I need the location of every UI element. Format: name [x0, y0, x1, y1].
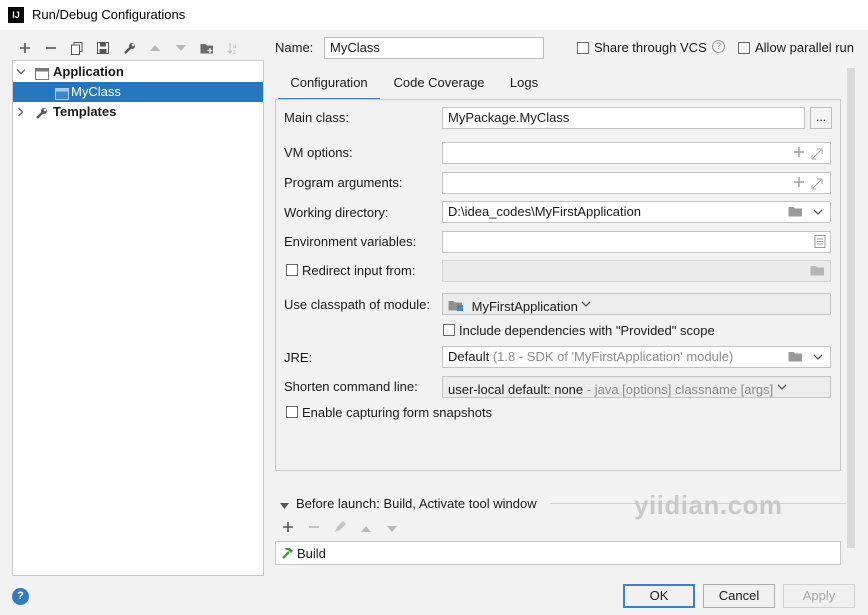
copy-icon[interactable]: [64, 38, 90, 58]
jre-value: Default: [448, 349, 490, 364]
tab-code-coverage[interactable]: Code Coverage: [386, 72, 492, 98]
main-class-label: Main class:: [284, 110, 350, 125]
tree-label-templates: Templates: [53, 104, 117, 119]
redirect-input-field: [442, 260, 831, 282]
classpath-module-value: MyFirstApplication: [471, 299, 578, 314]
main-class-input[interactable]: MyPackage.MyClass: [442, 107, 805, 129]
config-toolbar: az: [12, 38, 246, 58]
save-icon[interactable]: [90, 38, 116, 58]
classpath-module-select[interactable]: MyFirstApplication: [442, 293, 831, 315]
sort-icon[interactable]: az: [220, 38, 246, 58]
tree-label-application: Application: [53, 64, 124, 79]
arrow-down-icon[interactable]: [168, 38, 194, 58]
chevron-down-icon[interactable]: [581, 299, 591, 314]
share-vcs-label[interactable]: Share through VCS: [594, 40, 707, 55]
shorten-command-select[interactable]: user-local default: none - java [options…: [442, 376, 831, 398]
include-dependencies-label[interactable]: Include dependencies with "Provided" sco…: [459, 323, 715, 338]
document-icon[interactable]: [814, 232, 826, 255]
tab-configuration[interactable]: Configuration: [278, 72, 380, 101]
chevron-down-icon[interactable]: [15, 62, 27, 84]
before-launch-item-build[interactable]: Build: [297, 546, 326, 561]
allow-parallel-label[interactable]: Allow parallel run: [755, 40, 854, 55]
hammer-icon: [280, 546, 294, 563]
name-label: Name:: [275, 40, 314, 55]
minus-icon[interactable]: [38, 38, 64, 58]
working-directory-value: D:\idea_codes\MyFirstApplication: [448, 204, 641, 219]
window-title: Run/Debug Configurations: [32, 7, 186, 22]
environment-variables-label: Environment variables:: [284, 234, 417, 249]
allow-parallel-checkbox[interactable]: [738, 42, 750, 54]
apply-button[interactable]: Apply: [783, 584, 855, 608]
arrow-up-icon[interactable]: [360, 521, 372, 536]
ok-button[interactable]: OK: [623, 584, 695, 608]
plus-icon[interactable]: [282, 521, 294, 536]
folder-icon: [810, 261, 826, 284]
tree-item-myclass[interactable]: MyClass: [13, 82, 263, 102]
jre-select[interactable]: Default (1.8 - SDK of 'MyFirstApplicatio…: [442, 346, 831, 368]
wrench-icon: [35, 106, 49, 119]
program-arguments-label: Program arguments:: [284, 175, 403, 190]
wrench-icon[interactable]: [116, 38, 142, 58]
include-dependencies-checkbox[interactable]: [443, 324, 455, 336]
vm-options-label: VM options:: [284, 145, 353, 160]
shorten-command-hint: - java [options] classname [args]: [586, 382, 774, 397]
collapse-triangle-icon[interactable]: [280, 499, 290, 514]
shorten-command-label: Shorten command line:: [284, 379, 418, 394]
app-logo-icon: IJ: [8, 7, 24, 23]
help-circle-icon[interactable]: ?: [712, 40, 725, 53]
share-vcs-checkbox[interactable]: [577, 42, 589, 54]
program-arguments-input[interactable]: [442, 172, 831, 194]
folder-add-icon[interactable]: [194, 38, 220, 58]
title-bar: IJ Run/Debug Configurations: [0, 0, 868, 30]
folder-dropdown-icons[interactable]: [788, 202, 826, 225]
module-folder-icon: [448, 298, 464, 318]
working-directory-label: Working directory:: [284, 205, 389, 220]
scrollbar[interactable]: [847, 68, 855, 548]
jre-hint: (1.8 - SDK of 'MyFirstApplication' modul…: [492, 349, 734, 364]
expand-icons[interactable]: [794, 143, 826, 166]
application-config-icon: [55, 86, 69, 100]
shorten-command-value: user-local default: none: [448, 382, 584, 397]
before-launch-title[interactable]: Before launch: Build, Activate tool wind…: [296, 496, 537, 511]
redirect-input-label[interactable]: Redirect input from:: [302, 263, 415, 278]
expand-icons[interactable]: [794, 173, 826, 196]
before-launch-toolbar: [282, 521, 398, 536]
tab-logs[interactable]: Logs: [502, 72, 546, 98]
arrow-up-icon[interactable]: [142, 38, 168, 58]
name-input[interactable]: MyClass: [324, 37, 544, 59]
minus-icon[interactable]: [308, 521, 320, 536]
before-launch-list: Build: [275, 541, 841, 565]
watermark: yiidian.com: [634, 490, 783, 520]
browse-button[interactable]: ...: [810, 107, 832, 129]
redirect-input-checkbox[interactable]: [286, 264, 298, 276]
environment-variables-input[interactable]: [442, 231, 831, 253]
help-button[interactable]: ?: [12, 588, 29, 605]
form-snapshots-checkbox[interactable]: [286, 406, 298, 418]
vm-options-input[interactable]: [442, 142, 831, 164]
arrow-down-icon[interactable]: [386, 521, 398, 536]
chevron-down-icon[interactable]: [777, 382, 787, 397]
classpath-module-label: Use classpath of module:: [284, 297, 430, 312]
application-icon: [35, 66, 49, 80]
folder-dropdown-icons[interactable]: [788, 347, 826, 370]
form-snapshots-label[interactable]: Enable capturing form snapshots: [302, 405, 492, 420]
cancel-button[interactable]: Cancel: [703, 584, 775, 608]
tree-item-templates[interactable]: Templates: [13, 102, 263, 122]
jre-label: JRE:: [284, 350, 313, 365]
tree-label-myclass: MyClass: [71, 84, 121, 99]
svg-text:z: z: [233, 50, 236, 54]
tree-item-application[interactable]: Application: [13, 62, 263, 82]
working-directory-input[interactable]: D:\idea_codes\MyFirstApplication: [442, 201, 831, 223]
edit-icon[interactable]: [334, 521, 346, 536]
config-tree: Application MyClass Templates: [12, 60, 264, 576]
plus-icon[interactable]: [12, 38, 38, 58]
chevron-right-icon[interactable]: [15, 102, 27, 125]
